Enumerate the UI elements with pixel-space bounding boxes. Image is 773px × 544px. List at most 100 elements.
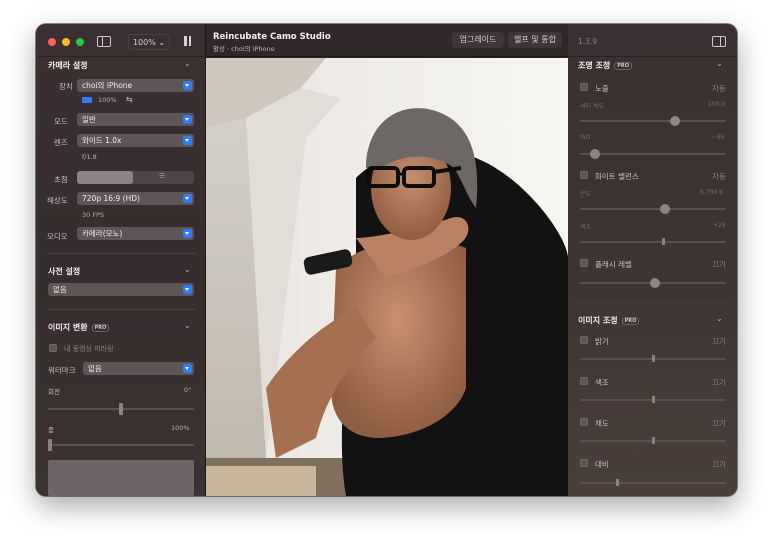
zoom-slider[interactable]: [48, 439, 194, 451]
hue-slider[interactable]: [580, 396, 726, 403]
mirror-label: 내 동영상 미러링: [64, 345, 114, 353]
sidebar-toggle-icon[interactable]: [97, 36, 111, 47]
updown-icon: [183, 194, 192, 203]
chevron-down-icon[interactable]: ⌄: [184, 321, 191, 330]
shutter-value: 100.0: [708, 101, 726, 108]
shutter-slider[interactable]: [580, 116, 726, 126]
audio-label: 오디오: [47, 232, 68, 241]
version-label: 1.3.9: [578, 37, 598, 46]
shutter-slider-thumb[interactable]: [670, 116, 680, 126]
fps-value: 30 FPS: [82, 211, 105, 219]
toolbar: Reincubate Camo Studio 활성 · choi의 iPhone…: [206, 24, 568, 57]
zoom-value: 100%: [171, 424, 190, 432]
updown-icon: [183, 115, 192, 124]
pro-badge: PRO: [614, 62, 632, 70]
saturation-label: 채도: [595, 419, 609, 428]
iso-value: ~85: [712, 134, 725, 141]
updown-icon: [183, 136, 192, 145]
video-preview-area: Reincubate Camo Studio 활성 · choi의 iPhone…: [206, 24, 568, 496]
hue-label: 색조: [595, 378, 609, 387]
shutter-label: 셔터 속도: [580, 103, 604, 110]
brightness-slider-thumb[interactable]: [652, 355, 655, 362]
rotation-slider-thumb[interactable]: [119, 403, 123, 415]
video-frame-image: [206, 58, 568, 496]
preset-select[interactable]: 없음: [48, 283, 194, 296]
tint-slider-thumb[interactable]: [662, 238, 665, 245]
tint-value: +29: [713, 222, 726, 229]
auto-focus-icon[interactable]: ☰: [159, 172, 165, 180]
contrast-checkbox[interactable]: [580, 459, 588, 467]
saturation-slider-thumb[interactable]: [652, 437, 655, 444]
zoom-slider-thumb[interactable]: [48, 439, 52, 451]
flash-slider[interactable]: [580, 278, 726, 288]
chevron-down-icon[interactable]: ⌄: [716, 314, 723, 323]
white-balance-checkbox[interactable]: [580, 171, 588, 179]
tint-slider[interactable]: [580, 238, 726, 245]
resolution-label: 해상도: [47, 196, 68, 205]
presets-title: 사전 설정: [48, 267, 81, 276]
rotation-slider[interactable]: [48, 403, 194, 415]
chevron-down-icon[interactable]: ⌄: [716, 59, 723, 68]
focus-slider-fill: [77, 171, 133, 184]
active-device-subtitle: 활성 · choi의 iPhone: [213, 45, 275, 53]
usb-icon: ⇆: [126, 95, 133, 104]
battery-icon: [82, 97, 92, 103]
updown-icon: [183, 229, 192, 238]
hue-checkbox[interactable]: [580, 377, 588, 385]
temperature-slider[interactable]: [580, 204, 726, 214]
inspector-toggle-icon[interactable]: [712, 36, 726, 47]
iso-slider[interactable]: [580, 149, 726, 159]
pause-icon[interactable]: [183, 36, 192, 46]
tint-label: 색조: [580, 224, 592, 231]
temperature-slider-thumb[interactable]: [660, 204, 670, 214]
iso-slider-thumb[interactable]: [590, 149, 600, 159]
brightness-checkbox[interactable]: [580, 336, 588, 344]
rotation-label: 회전: [48, 388, 60, 396]
lens-select[interactable]: 와이드 1.0x: [77, 134, 194, 147]
audio-select[interactable]: 카메라(모노): [77, 227, 194, 240]
iso-label: ISO: [580, 134, 591, 141]
app-title: Reincubate Camo Studio: [213, 32, 331, 42]
zoom-window-button[interactable]: [76, 38, 84, 46]
mode-label: 모드: [54, 117, 68, 126]
hue-state: 끄기: [712, 378, 726, 387]
focus-slider[interactable]: ☰: [77, 171, 194, 184]
chevron-down-icon: ⌄: [158, 38, 166, 47]
zoom-select[interactable]: 100% ⌄: [128, 34, 170, 50]
flash-slider-thumb[interactable]: [650, 278, 660, 288]
upgrade-button[interactable]: 업그레이드: [452, 32, 504, 48]
mirror-checkbox[interactable]: [49, 344, 57, 352]
flash-label: 플래시 레벨: [595, 260, 632, 269]
help-button[interactable]: 헬프 및 통합: [508, 32, 562, 48]
brightness-label: 밝기: [595, 337, 609, 346]
focus-label: 초점: [54, 175, 68, 184]
exposure-auto: 자동: [712, 84, 726, 93]
watermark-select[interactable]: 없음: [83, 362, 194, 375]
temperature-value: 5,700 K: [700, 189, 724, 196]
contrast-slider-thumb[interactable]: [616, 479, 619, 486]
hue-slider-thumb[interactable]: [652, 396, 655, 403]
chevron-down-icon[interactable]: ⌄: [184, 59, 191, 68]
flash-checkbox[interactable]: [580, 259, 588, 267]
resolution-select[interactable]: 720p 16:9 (HD): [77, 192, 194, 205]
contrast-label: 대비: [595, 460, 609, 469]
lens-label: 렌즈: [54, 138, 68, 147]
chevron-down-icon[interactable]: ⌄: [184, 265, 191, 274]
white-balance-label: 화이트 밸런스: [595, 172, 639, 181]
white-balance-auto: 자동: [712, 172, 726, 181]
close-window-button[interactable]: [48, 38, 56, 46]
minimize-window-button[interactable]: [62, 38, 70, 46]
device-select[interactable]: choi의 iPhone: [77, 79, 194, 92]
saturation-slider[interactable]: [580, 437, 726, 444]
lighting-title: 조명 조정 PRO: [578, 60, 632, 71]
preview-thumbnail: [48, 460, 194, 496]
mode-select[interactable]: 일반: [77, 113, 194, 126]
right-sidebar: 1.3.9 조명 조정 PRO ⌄ 노출 자동 셔터 속도 100.0 ISO ~…: [568, 24, 737, 496]
watermark-label: 워터마크: [48, 366, 76, 375]
zoom-label: 줌: [48, 426, 54, 434]
contrast-slider[interactable]: [580, 479, 726, 486]
exposure-checkbox[interactable]: [580, 83, 588, 91]
brightness-slider[interactable]: [580, 355, 726, 362]
image-transform-title: 이미지 변환 PRO: [48, 322, 110, 333]
saturation-checkbox[interactable]: [580, 418, 588, 426]
